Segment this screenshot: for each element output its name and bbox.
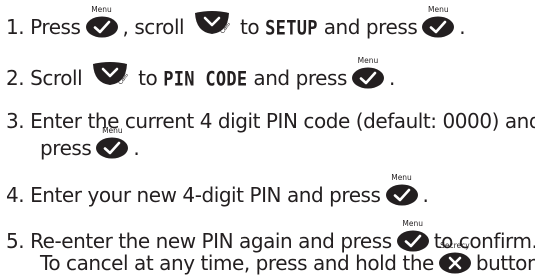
- step-text: and press: [253, 66, 347, 90]
- lcd-text: SETUP: [265, 17, 318, 41]
- down-scroll-calls-key-icon: Calls: [92, 61, 128, 87]
- step-1: 1. Press Menu, scroll Calls to SETUP and …: [6, 6, 531, 43]
- step-text: .: [133, 136, 140, 160]
- menu-key-icon: Menu: [351, 57, 385, 89]
- step-text: .: [422, 183, 429, 207]
- menu-key-icon: Menu: [396, 220, 430, 252]
- step-text: Enter your new 4-digit PIN and press: [30, 183, 381, 207]
- step-text: Press: [30, 15, 81, 39]
- step-3-continuation: press Menu.: [40, 127, 140, 162]
- step-text: To cancel at any time, press and hold th…: [40, 251, 434, 275]
- step-text: .: [459, 15, 466, 39]
- step-5-continuation: To cancel at any time, press and hold th…: [40, 242, 535, 277]
- step-number: 2.: [6, 66, 25, 90]
- menu-key-icon: Menu: [385, 174, 419, 206]
- step-text: and press: [323, 15, 418, 39]
- step-3: 3. Enter the current 4 digit PIN code (d…: [6, 108, 535, 135]
- menu-key-icon: Menu: [421, 6, 455, 38]
- step-number: 1.: [6, 15, 25, 39]
- step-text: .: [388, 66, 395, 90]
- step-text: Scroll: [30, 66, 83, 90]
- step-4: 4. Enter your new 4-digit PIN and press M…: [6, 174, 531, 209]
- step-number: 4.: [6, 183, 25, 207]
- step-text: button.: [475, 251, 535, 275]
- menu-key-icon: Menu: [85, 6, 119, 38]
- step-text: press: [40, 136, 92, 160]
- step-text: to: [138, 66, 158, 90]
- secrecy-key-icon: Secrecy: [438, 242, 472, 274]
- down-scroll-calls-key-icon: Calls: [194, 10, 230, 36]
- step-number: 3.: [6, 109, 25, 133]
- step-number: 5.: [6, 229, 25, 253]
- lcd-text: PIN CODE: [163, 68, 248, 92]
- step-text: to: [240, 15, 260, 39]
- menu-key-icon: Menu: [95, 127, 129, 159]
- step-text: , scroll: [122, 15, 185, 39]
- step-2: 2. Scroll Calls to PIN CODE and press Men…: [6, 57, 531, 94]
